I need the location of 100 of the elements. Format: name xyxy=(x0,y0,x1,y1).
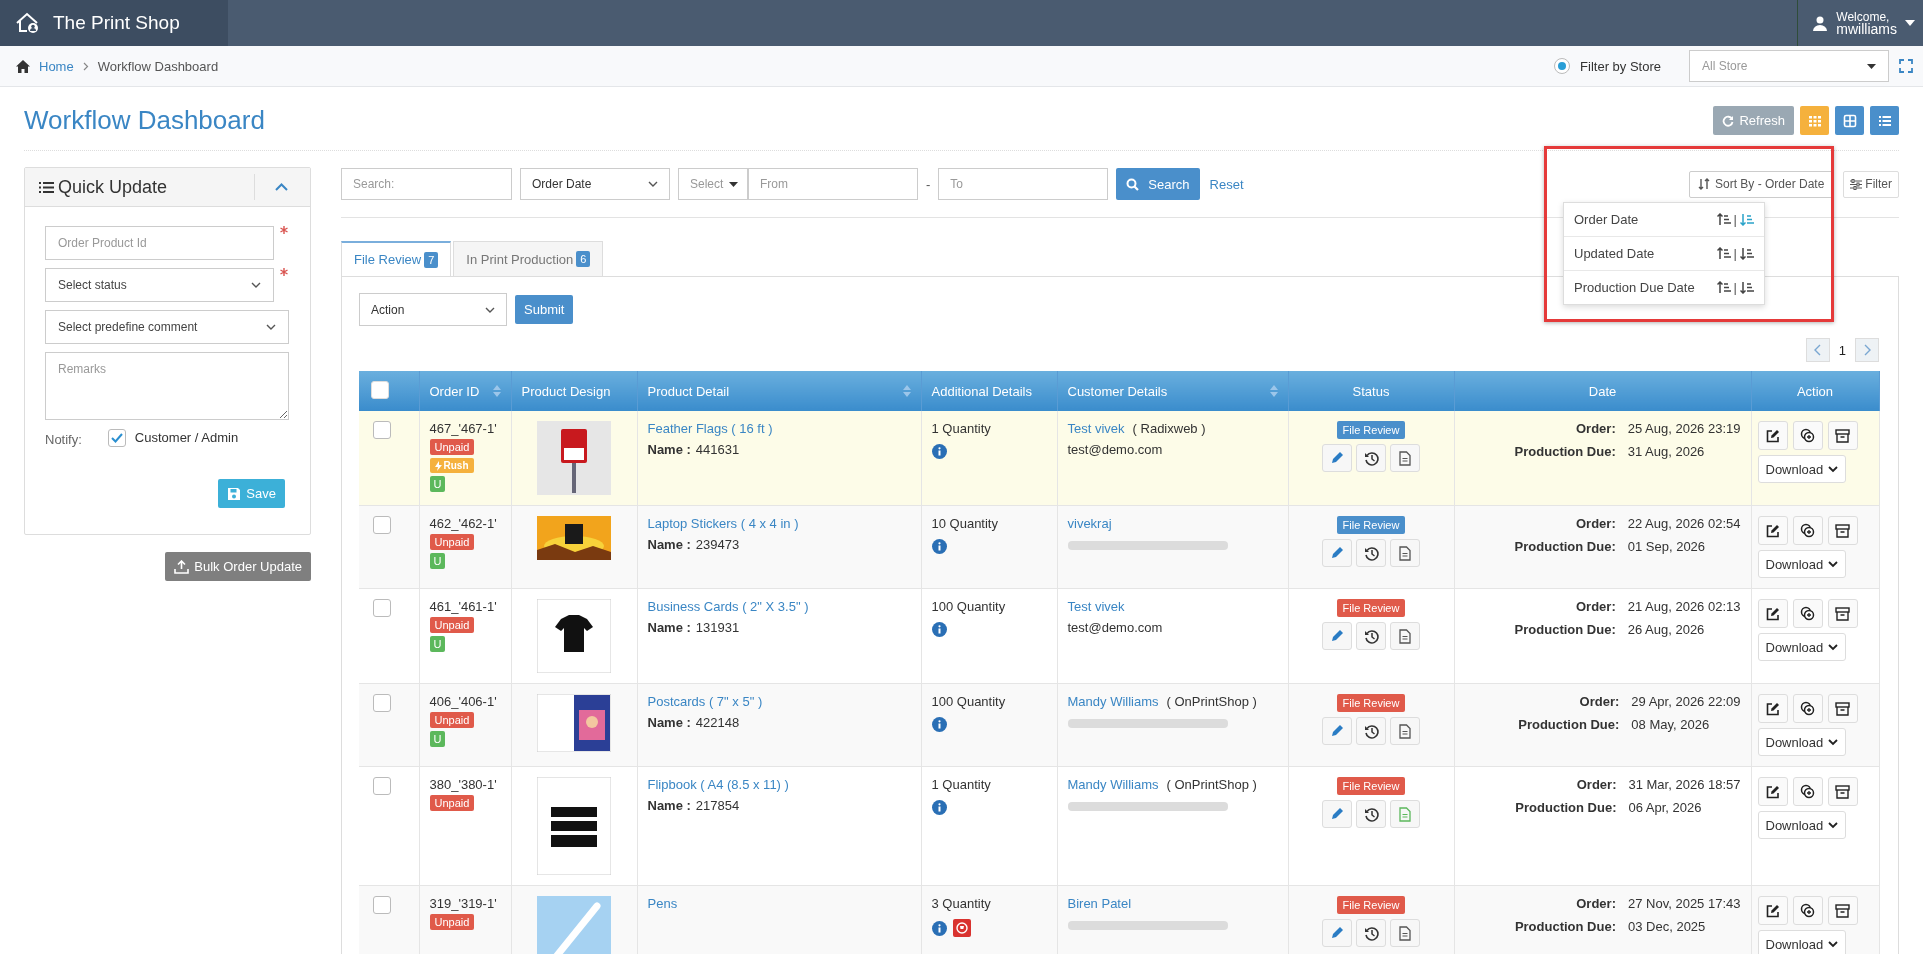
edit-button[interactable] xyxy=(1757,896,1788,925)
info-icon[interactable] xyxy=(931,800,947,815)
select-field[interactable]: Select status xyxy=(45,268,274,302)
archive-button[interactable] xyxy=(1827,694,1858,723)
sort-descending-icon[interactable] xyxy=(1740,247,1754,260)
notes-button[interactable] xyxy=(1390,444,1420,472)
sort-ascending-icon[interactable] xyxy=(1716,213,1731,226)
from-date-field[interactable]: From xyxy=(748,168,918,200)
notes-button[interactable] xyxy=(1390,622,1420,650)
duplicate-button[interactable] xyxy=(1792,421,1823,450)
refresh-button[interactable]: Refresh xyxy=(1713,106,1794,135)
edit-button[interactable] xyxy=(1757,777,1788,806)
order-id-field[interactable]: Order Product Id xyxy=(45,226,274,260)
history-button[interactable] xyxy=(1356,717,1386,745)
sort-option[interactable]: Order Date | xyxy=(1564,203,1764,237)
search-button[interactable]: Search xyxy=(1116,168,1200,200)
duplicate-button[interactable] xyxy=(1792,896,1823,925)
save-button[interactable]: Save xyxy=(218,479,285,508)
action-select[interactable]: Action xyxy=(359,293,507,326)
row-checkbox[interactable] xyxy=(373,896,391,914)
duplicate-button[interactable] xyxy=(1792,694,1823,723)
history-button[interactable] xyxy=(1356,539,1386,567)
product-link[interactable]: Laptop Stickers ( 4 x 4 in ) xyxy=(647,516,799,531)
tab[interactable]: In Print Production 6 xyxy=(453,241,604,276)
duplicate-button[interactable] xyxy=(1792,516,1823,545)
edit-status-button[interactable] xyxy=(1322,717,1352,745)
download-button[interactable]: Download xyxy=(1757,633,1847,661)
remarks-field[interactable]: Remarks xyxy=(45,352,289,420)
select-all-checkbox[interactable] xyxy=(371,380,389,399)
sort-option[interactable]: Updated Date | xyxy=(1564,237,1764,271)
sort-descending-icon[interactable] xyxy=(1740,281,1754,294)
product-link[interactable]: Pens xyxy=(647,896,678,911)
reorder-icon[interactable] xyxy=(952,919,971,937)
product-link[interactable]: Flipbook ( A4 (8.5 x 11) ) xyxy=(647,777,789,792)
row-checkbox[interactable] xyxy=(373,777,391,795)
info-icon[interactable] xyxy=(931,539,947,554)
info-icon[interactable] xyxy=(931,622,947,637)
page-number[interactable]: 1 xyxy=(1834,342,1850,358)
history-button[interactable] xyxy=(1356,622,1386,650)
notes-button[interactable] xyxy=(1390,919,1420,947)
archive-button[interactable] xyxy=(1827,516,1858,545)
range-select[interactable]: Select xyxy=(678,168,748,200)
row-checkbox[interactable] xyxy=(373,421,391,439)
row-checkbox[interactable] xyxy=(373,516,391,534)
history-button[interactable] xyxy=(1356,800,1386,828)
notes-button[interactable] xyxy=(1390,717,1420,745)
tab[interactable]: File Review 7 xyxy=(341,241,452,276)
info-icon[interactable] xyxy=(931,444,947,459)
home-user-icon[interactable] xyxy=(14,10,40,36)
customer-link[interactable]: Test vivek xyxy=(1067,421,1125,436)
tile-view-button[interactable] xyxy=(1835,106,1864,135)
customer-link[interactable]: Mandy Williams xyxy=(1067,694,1159,709)
row-checkbox[interactable] xyxy=(373,694,391,712)
notify-checkbox[interactable] xyxy=(107,428,126,447)
download-button[interactable]: Download xyxy=(1757,455,1847,483)
notes-button[interactable] xyxy=(1390,539,1420,567)
breadcrumb-link[interactable]: Home xyxy=(39,58,74,74)
search-field[interactable]: Search: xyxy=(341,168,512,200)
date-field-select[interactable]: Order Date xyxy=(520,168,670,200)
sort-option[interactable]: Production Due Date | xyxy=(1564,271,1764,304)
history-button[interactable] xyxy=(1356,444,1386,472)
edit-status-button[interactable] xyxy=(1322,919,1352,947)
edit-button[interactable] xyxy=(1757,516,1788,545)
edit-button[interactable] xyxy=(1757,599,1788,628)
archive-button[interactable] xyxy=(1827,777,1858,806)
sort-ascending-icon[interactable] xyxy=(1716,247,1731,260)
customer-link[interactable]: vivekraj xyxy=(1067,516,1112,531)
edit-status-button[interactable] xyxy=(1322,800,1352,828)
duplicate-button[interactable] xyxy=(1792,777,1823,806)
edit-button[interactable] xyxy=(1757,421,1788,450)
archive-button[interactable] xyxy=(1827,896,1858,925)
row-checkbox[interactable] xyxy=(373,599,391,617)
filter-button[interactable]: Filter xyxy=(1843,170,1899,198)
info-icon[interactable] xyxy=(931,920,947,936)
customer-link[interactable]: Mandy Williams xyxy=(1067,777,1159,792)
to-date-field[interactable]: To xyxy=(938,168,1109,200)
edit-status-button[interactable] xyxy=(1322,539,1352,567)
archive-button[interactable] xyxy=(1827,421,1858,450)
fullscreen-icon[interactable] xyxy=(1899,59,1913,73)
submit-button[interactable]: Submit xyxy=(515,295,574,324)
history-button[interactable] xyxy=(1356,919,1386,947)
store-select[interactable]: All Store xyxy=(1689,50,1889,82)
list-view-button[interactable] xyxy=(1870,106,1899,135)
edit-status-button[interactable] xyxy=(1322,444,1352,472)
info-icon[interactable] xyxy=(931,717,947,732)
edit-button[interactable] xyxy=(1757,694,1788,723)
product-link[interactable]: Feather Flags ( 16 ft ) xyxy=(647,421,773,436)
filter-radio[interactable] xyxy=(1554,58,1571,74)
customer-link[interactable]: Biren Patel xyxy=(1067,896,1132,911)
product-link[interactable]: Postcards ( 7" x 5" ) xyxy=(647,694,763,709)
product-link[interactable]: Business Cards ( 2" X 3.5" ) xyxy=(647,599,809,614)
edit-status-button[interactable] xyxy=(1322,622,1352,650)
bulk-update-button[interactable]: Bulk Order Update xyxy=(165,552,311,581)
reset-link[interactable]: Reset xyxy=(1209,176,1244,192)
select-field[interactable]: Select predefine comment xyxy=(45,310,289,344)
download-button[interactable]: Download xyxy=(1757,728,1847,756)
duplicate-button[interactable] xyxy=(1792,599,1823,628)
download-button[interactable]: Download xyxy=(1757,550,1847,578)
archive-button[interactable] xyxy=(1827,599,1858,628)
customer-link[interactable]: Test vivek xyxy=(1067,599,1125,614)
